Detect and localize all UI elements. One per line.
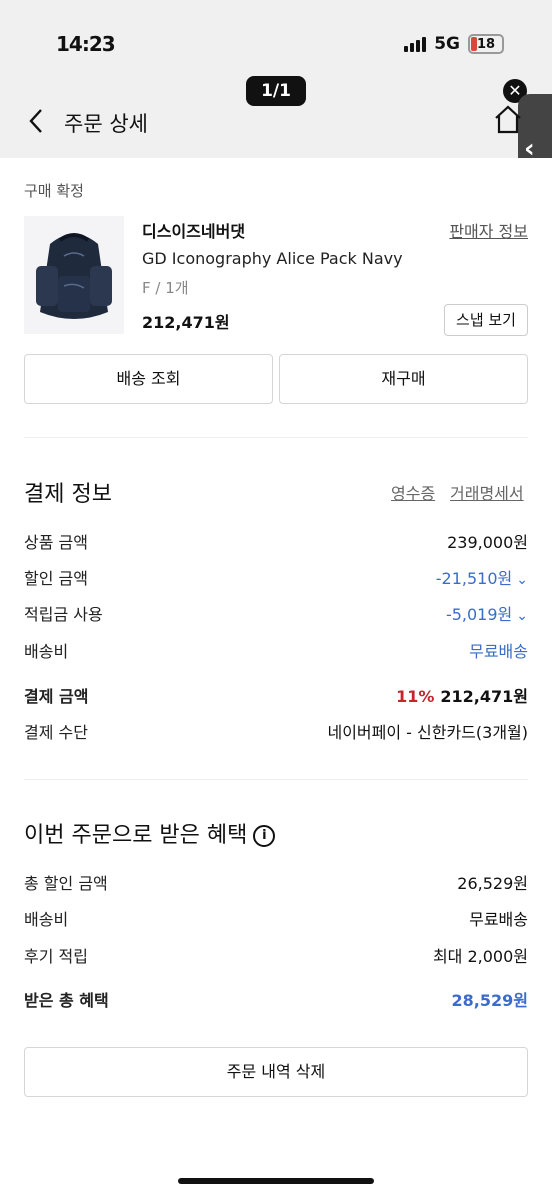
payment-row-points[interactable]: 적립금 사용 -5,019원 ⌄ — [24, 601, 528, 625]
page-title: 주문 상세 — [64, 112, 148, 136]
benefit-row: 후기 적립 최대 2,000원 — [24, 943, 528, 967]
home-icon[interactable] — [494, 104, 522, 138]
network-type: 5G — [434, 34, 460, 54]
tracking-button[interactable]: 배송 조회 — [24, 354, 273, 404]
back-chevron-icon[interactable] — [28, 108, 44, 141]
brand-name[interactable]: 디스이즈네버댓 — [142, 218, 245, 242]
snap-view-button[interactable]: 스냅 보기 — [444, 304, 528, 336]
row-label: 상품 금액 — [24, 533, 88, 552]
info-icon[interactable]: i — [253, 825, 276, 847]
status-time: 14:23 — [56, 32, 116, 56]
row-value: 28,529원 — [451, 991, 528, 1010]
delete-order-button[interactable]: 주문 내역 삭제 — [24, 1047, 528, 1097]
benefit-total-row: 받은 총 혜택 28,529원 — [24, 987, 528, 1011]
reorder-button[interactable]: 재구매 — [279, 354, 528, 404]
battery-icon: 18 — [468, 34, 504, 54]
chevron-down-icon: ⌄ — [516, 608, 528, 624]
receipt-link[interactable]: 영수증 — [391, 480, 435, 504]
row-value-wrap[interactable]: -5,019원 ⌄ — [446, 601, 528, 625]
benefit-row: 배송비 무료배송 — [24, 906, 528, 930]
seller-info-link[interactable]: 판매자 정보 — [449, 218, 528, 242]
row-label: 결제 수단 — [24, 723, 88, 742]
statement-link[interactable]: 거래명세서 — [450, 480, 524, 504]
page-indicator: 1/1 — [246, 76, 306, 106]
row-value-wrap: 11% 212,471원 — [396, 683, 528, 707]
row-label: 배송비 — [24, 910, 69, 929]
discount-percent: 11% — [396, 687, 435, 706]
benefit-row: 총 할인 금액 26,529원 — [24, 870, 528, 894]
product-option: F / 1개 — [142, 279, 189, 297]
row-value-wrap[interactable]: -21,510원 ⌄ — [436, 565, 528, 589]
payment-row-product: 상품 금액 239,000원 — [24, 529, 528, 553]
product-price: 212,471원 — [142, 313, 230, 332]
order-detail-page: 14:23 5G 18 1/1 ✕ ‹ 주문 상세 구매 확정 디스이즈네버댓 … — [0, 0, 552, 1200]
divider — [24, 437, 528, 438]
row-label: 총 할인 금액 — [24, 874, 108, 893]
payment-section-title: 결제 정보 — [24, 482, 112, 507]
home-indicator[interactable] — [178, 1178, 374, 1184]
row-value: -21,510원 — [435, 569, 513, 588]
row-value: -5,019원 — [445, 605, 513, 624]
row-label: 적립금 사용 — [24, 605, 103, 624]
row-value: 212,471원 — [440, 687, 528, 706]
chevron-down-icon: ⌄ — [516, 572, 528, 588]
row-value: 네이버페이 - 신한카드(3개월) — [327, 723, 528, 742]
row-value: 239,000원 — [447, 533, 528, 552]
battery-level: 18 — [476, 36, 496, 52]
row-label: 배송비 — [24, 642, 69, 661]
payment-row-shipping: 배송비 무료배송 — [24, 638, 528, 662]
payment-method-row: 결제 수단 네이버페이 - 신한카드(3개월) — [24, 719, 528, 743]
row-value: 무료배송 — [469, 910, 528, 929]
row-label: 후기 적립 — [24, 947, 88, 966]
row-label: 할인 금액 — [24, 569, 88, 588]
divider — [24, 779, 528, 780]
product-name[interactable]: GD Iconography Alice Pack Navy — [142, 249, 403, 268]
row-value: 무료배송 — [469, 642, 528, 661]
benefits-section-title: 이번 주문으로 받은 혜택 i — [24, 817, 276, 849]
benefits-title-text: 이번 주문으로 받은 혜택 — [24, 823, 248, 848]
product-image[interactable] — [24, 216, 124, 334]
row-label: 결제 금액 — [24, 687, 89, 706]
row-label: 받은 총 혜택 — [24, 991, 109, 1010]
row-value: 최대 2,000원 — [432, 947, 528, 966]
order-status: 구매 확정 — [24, 182, 84, 200]
payment-row-discount[interactable]: 할인 금액 -21,510원 ⌄ — [24, 565, 528, 589]
status-indicators: 5G 18 — [404, 34, 504, 54]
signal-icon — [404, 36, 427, 52]
payment-total-row: 결제 금액 11% 212,471원 — [24, 683, 528, 707]
row-value: 26,529원 — [457, 874, 528, 893]
